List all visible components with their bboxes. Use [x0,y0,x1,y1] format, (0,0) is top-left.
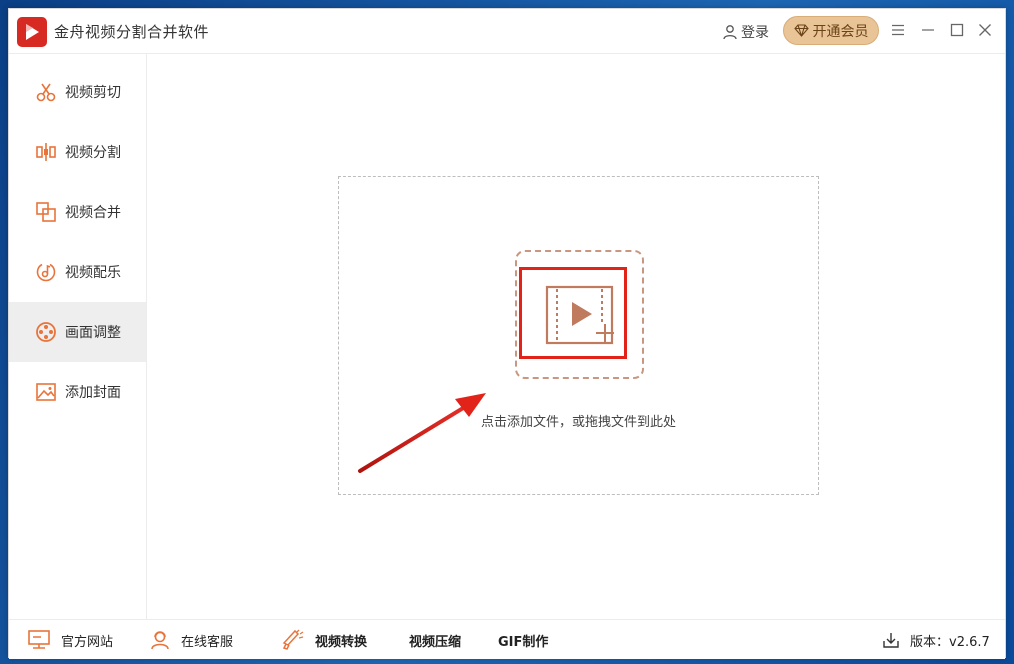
close-button[interactable] [974,19,996,41]
minimize-button[interactable] [917,19,939,41]
drop-hint-text: 点击添加文件，或拖拽文件到此处 [480,415,676,430]
download-icon [883,633,899,648]
app-logo-icon [17,17,47,47]
close-icon [979,24,991,36]
maximize-button[interactable] [946,19,968,41]
sidebar-item-video-music[interactable]: 视频配乐 [9,242,146,302]
split-icon [35,141,57,163]
online-support-link[interactable]: 在线客服 [149,620,233,660]
image-icon [35,381,57,403]
maximize-icon [950,23,964,37]
menu-button[interactable] [887,19,909,41]
login-button[interactable]: 登录 [722,21,769,43]
sidebar-item-picture-adjust[interactable]: 画面调整 [9,302,146,362]
sidebar: 视频剪切 视频分割 视频合并 视频配乐 画面调整 添加封面 [9,54,147,619]
video-compress-label: 视频压缩 [409,634,462,650]
minimize-icon [922,29,934,31]
official-website-label: 官方网站 [61,634,114,650]
highlight-box [519,267,627,359]
sidebar-item-label: 画面调整 [65,325,121,341]
sidebar-item-label: 视频合并 [65,205,121,221]
gif-maker-label: GIF制作 [498,634,549,650]
user-icon [723,25,737,40]
monitor-icon [28,630,50,649]
official-website-link[interactable]: 官方网站 [27,620,113,660]
title-bar: 金舟视频分割合并软件 登录 开通会员 [9,9,1005,54]
megaphone-icon [282,629,304,650]
online-support-label: 在线客服 [181,634,234,650]
vip-button[interactable]: 开通会员 [783,16,879,45]
music-icon [35,261,57,283]
sidebar-item-video-split[interactable]: 视频分割 [9,122,146,182]
vip-label: 开通会员 [812,23,869,40]
app-title: 金舟视频分割合并软件 [54,23,210,41]
version-label: 版本：v2.6.7 [910,634,990,650]
app-window: 金舟视频分割合并软件 登录 开通会员 视频剪切 视频分割 视频合并 视频配乐 画… [8,8,1006,659]
sidebar-item-add-cover[interactable]: 添加封面 [9,362,146,422]
version-info[interactable]: 版本：v2.6.7 [882,620,990,660]
headset-user-icon [151,631,169,650]
video-convert-label: 视频转换 [315,634,368,650]
film-reel-icon [35,321,57,343]
sidebar-item-label: 视频分割 [65,145,121,161]
sidebar-item-video-merge[interactable]: 视频合并 [9,182,146,242]
diamond-icon [793,24,809,37]
sidebar-item-label: 视频剪切 [65,85,121,101]
video-compress-link[interactable]: 视频压缩 [409,620,461,660]
login-label: 登录 [741,25,769,41]
menu-icon [892,24,904,36]
bottom-bar: 官方网站 在线客服 视频转换 视频压缩 GIF制作 版本：v2.6.7 [9,619,1005,659]
merge-icon [35,201,57,223]
gif-maker-link[interactable]: GIF制作 [498,620,548,660]
scissors-icon [35,81,57,103]
video-convert-link[interactable]: 视频转换 [281,620,367,660]
sidebar-item-label: 视频配乐 [65,265,121,281]
sidebar-item-label: 添加封面 [65,385,121,401]
sidebar-item-video-cut[interactable]: 视频剪切 [9,62,146,122]
